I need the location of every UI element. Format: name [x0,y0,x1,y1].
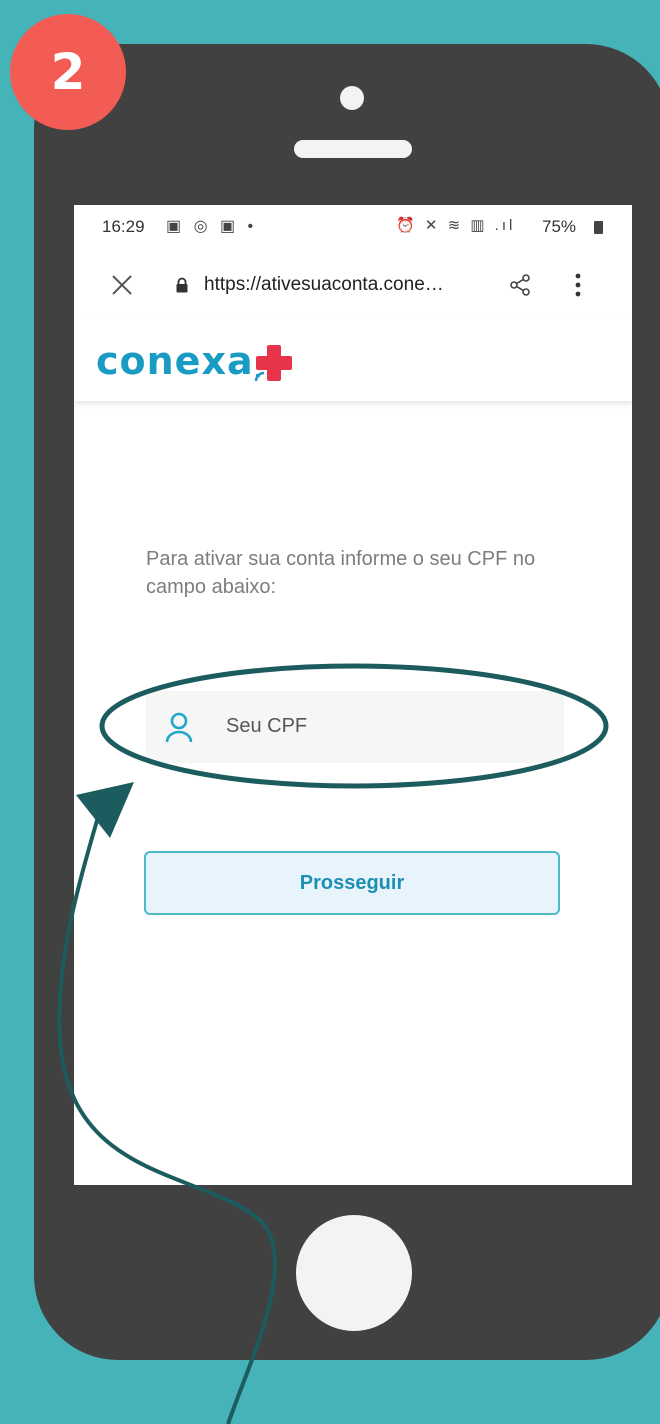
conexa-logo[interactable]: conexa [96,339,254,383]
plus-logo-icon [254,345,292,382]
share-icon[interactable] [508,273,532,297]
url-text[interactable]: https://ativesuaconta.cone… [204,274,444,296]
lock-icon [176,277,188,293]
phone-speaker [294,140,412,158]
system-status-icons: ⏰ ✕ ≋ ▥ .ıl [396,217,516,234]
battery-level: 75% [542,217,577,236]
phone-camera [340,86,364,110]
notification-icons: ▣ ◎ ▣ • [166,218,258,235]
status-bar: 16:29 ▣ ◎ ▣ • ⏰ ✕ ≋ ▥ .ıl 75% [74,205,632,249]
status-time: 16:29 [102,217,145,236]
step-badge: 2 [10,14,126,130]
instruction-text: Para ativar sua conta informe o seu CPF … [146,548,536,598]
proceed-button[interactable]: Prosseguir [144,851,560,915]
battery-icon [594,221,603,234]
home-button[interactable] [296,1215,412,1331]
cpf-input[interactable]: Seu CPF [146,691,564,763]
user-icon [165,712,193,743]
browser-url-bar: https://ativesuaconta.cone… [74,255,632,318]
site-header: conexa [74,317,632,401]
close-icon[interactable] [110,273,134,297]
cpf-placeholder: Seu CPF [226,715,308,737]
menu-icon[interactable] [572,271,584,299]
phone-screen: 16:29 ▣ ◎ ▣ • ⏰ ✕ ≋ ▥ .ıl 75% https://at… [74,205,632,1185]
